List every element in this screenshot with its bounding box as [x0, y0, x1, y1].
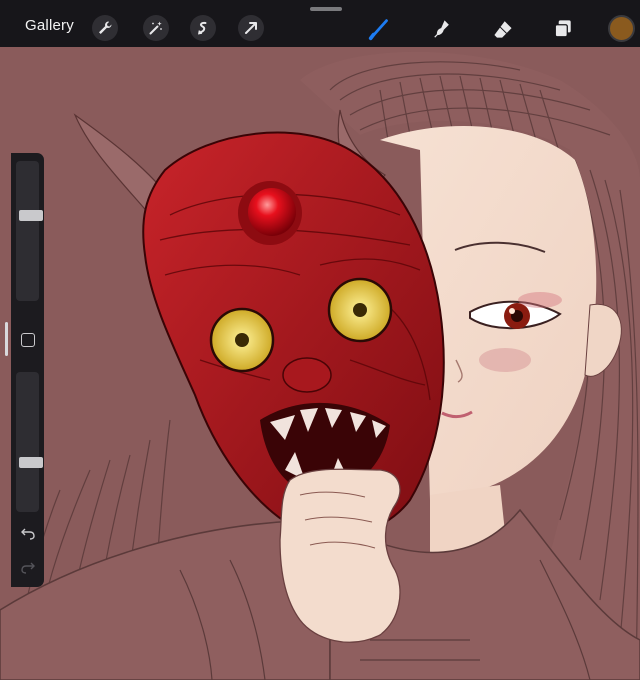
- eraser-icon[interactable]: [489, 15, 517, 43]
- artwork: [0, 0, 640, 680]
- drawing-canvas[interactable]: [0, 0, 640, 680]
- toolbar-grabber[interactable]: [310, 7, 342, 11]
- sidebar-drag-handle[interactable]: [5, 322, 8, 356]
- magic-wand-icon[interactable]: [143, 15, 169, 41]
- opacity-slider[interactable]: [16, 372, 43, 512]
- wrench-icon[interactable]: [92, 15, 118, 41]
- sidebar: [11, 153, 44, 587]
- top-toolbar: Gallery: [0, 0, 640, 47]
- transform-arrow-icon[interactable]: [238, 15, 264, 41]
- layers-icon[interactable]: [549, 15, 577, 43]
- brush-size-slider[interactable]: [16, 161, 43, 301]
- gallery-button[interactable]: Gallery: [25, 17, 74, 34]
- brush-size-thumb[interactable]: [19, 210, 43, 221]
- selection-icon[interactable]: [190, 15, 216, 41]
- brush-icon[interactable]: [366, 15, 394, 43]
- smudge-icon[interactable]: [428, 15, 456, 43]
- color-swatch[interactable]: [608, 15, 635, 42]
- modify-button[interactable]: [21, 333, 35, 347]
- redo-icon[interactable]: [20, 559, 36, 575]
- undo-icon[interactable]: [20, 525, 36, 541]
- opacity-thumb[interactable]: [19, 457, 43, 468]
